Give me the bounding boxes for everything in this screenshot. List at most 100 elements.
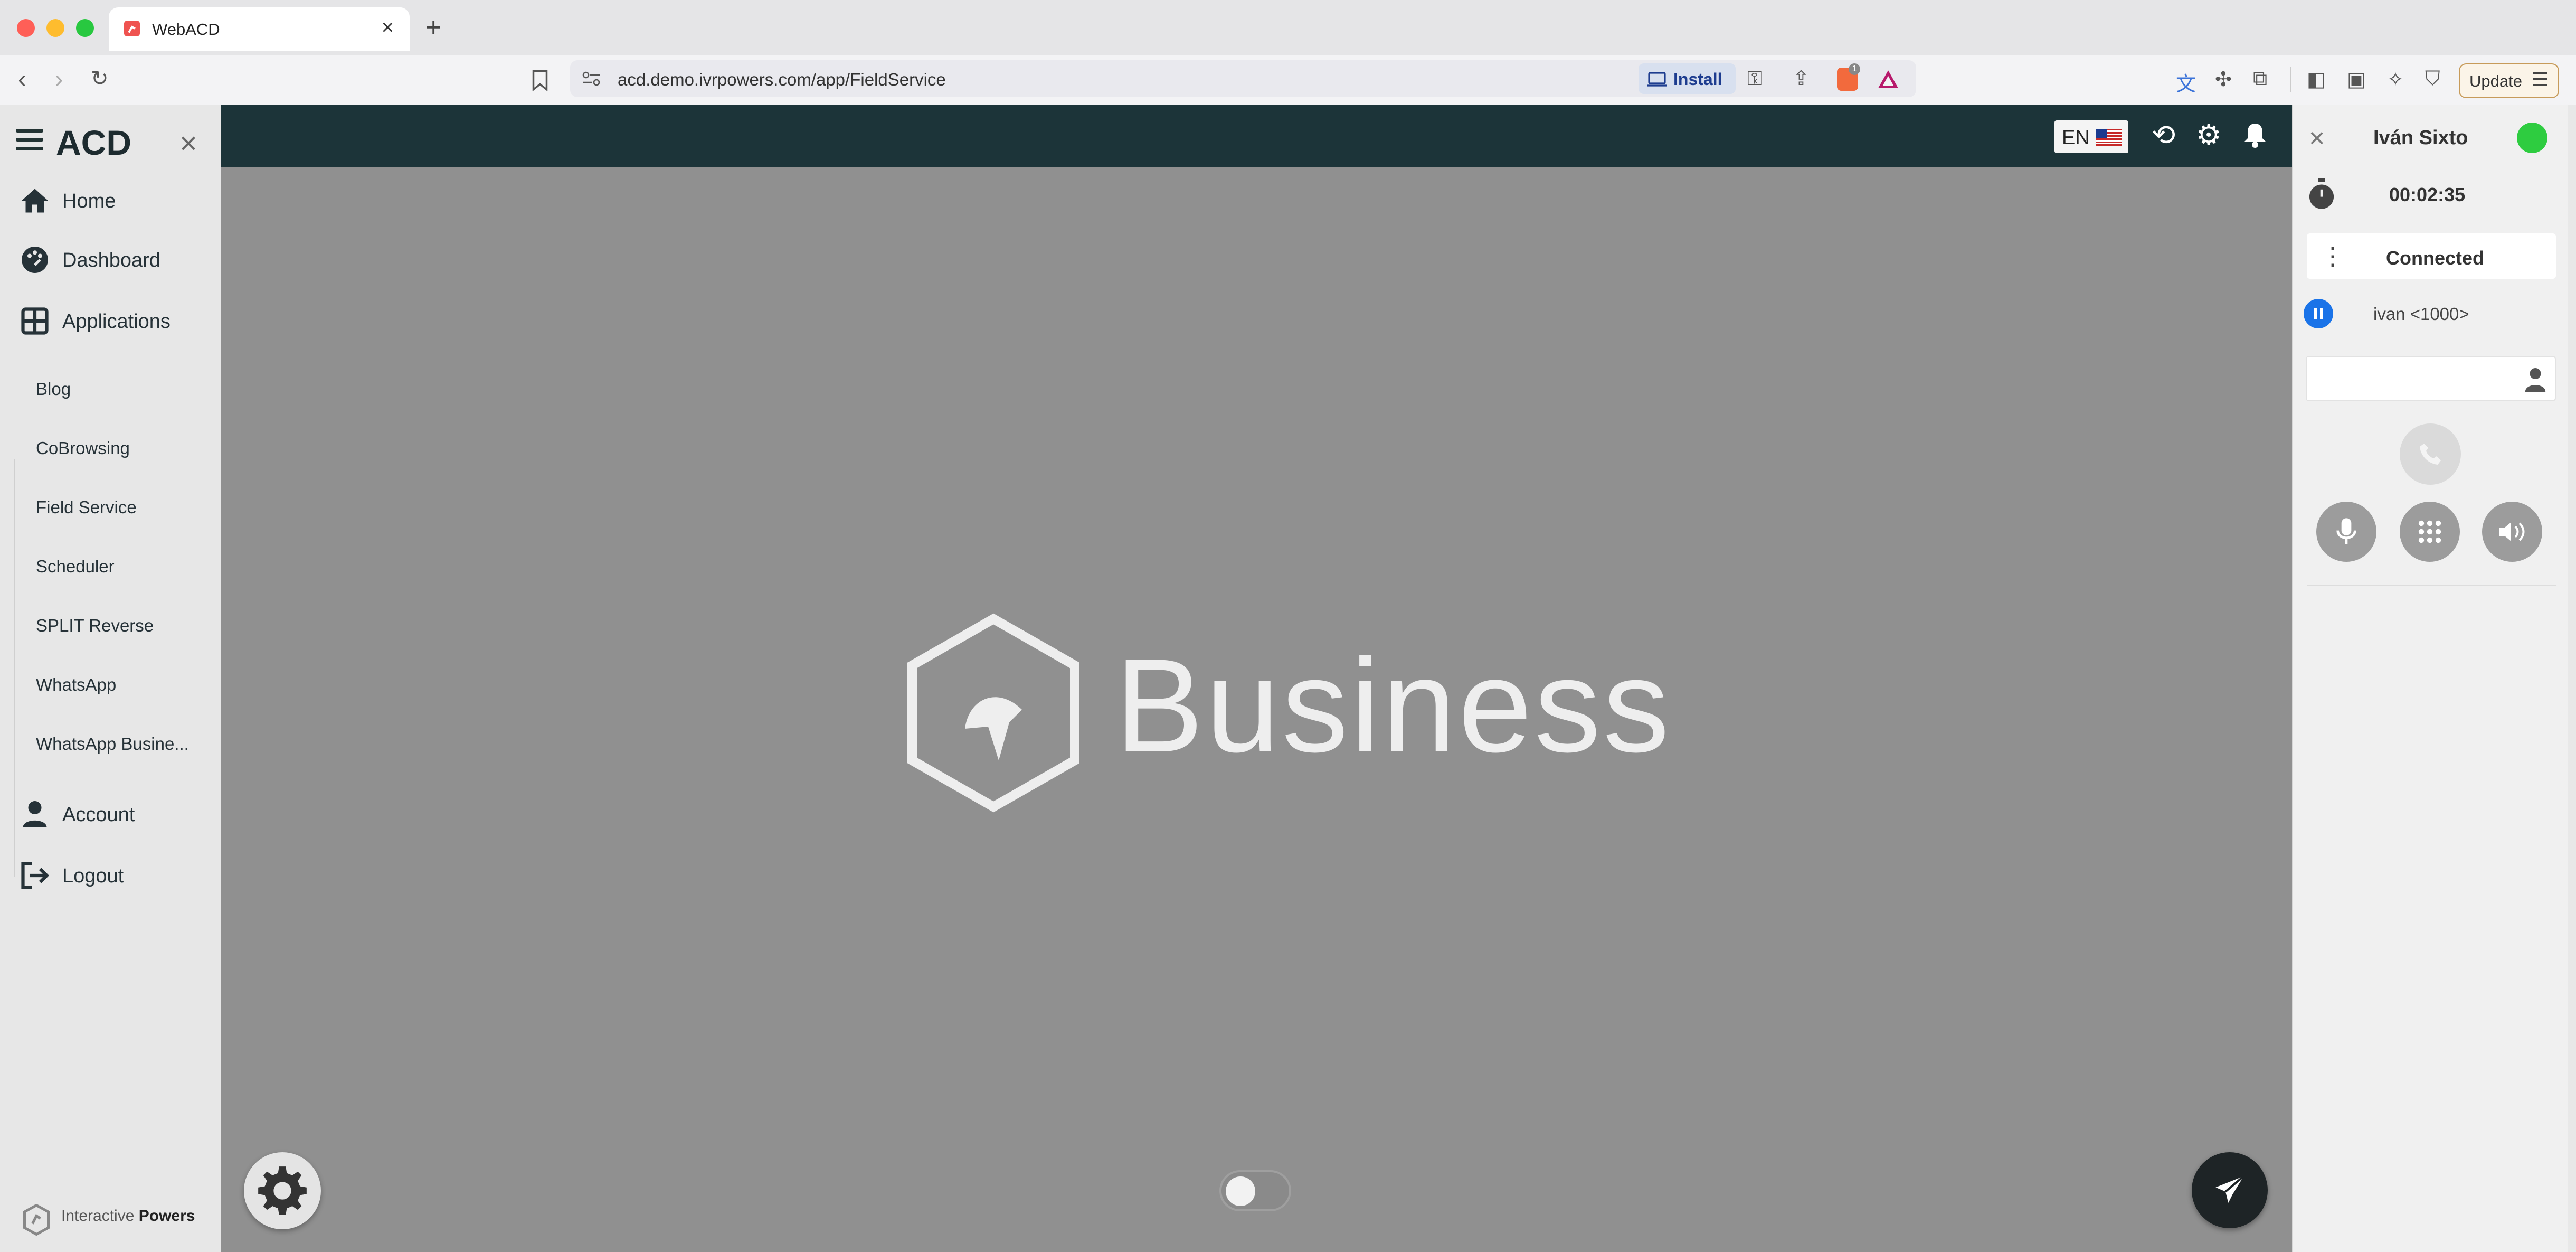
extensions-icon[interactable]: ✣ — [2215, 68, 2232, 91]
dashboard-icon — [22, 247, 48, 273]
call-status-card: ⋮ Connected — [2307, 233, 2556, 279]
minimize-window-button[interactable] — [46, 19, 64, 37]
applications-group-line — [14, 459, 15, 877]
install-app-button[interactable]: Install — [1639, 63, 1736, 94]
gear-icon — [258, 1166, 307, 1215]
nav-label-account: Account — [62, 804, 135, 826]
caller-id: ivan <1000> — [2373, 304, 2469, 324]
leo-ai-icon[interactable]: ✧ — [2387, 68, 2404, 91]
nav-item-dashboard[interactable]: Dashboard — [19, 240, 209, 282]
update-button[interactable]: Update ☰ — [2459, 63, 2559, 98]
address-bar[interactable]: acd.demo.ivrpowers.com/app/FieldService … — [570, 60, 1916, 97]
user-icon — [23, 801, 47, 827]
interactive-powers-logo-icon — [23, 1204, 50, 1236]
pause-icon — [2314, 308, 2317, 319]
nav-item-account[interactable]: Account — [19, 794, 209, 836]
panel-divider — [2307, 585, 2556, 586]
brand-title: ACD — [56, 123, 131, 162]
notifications-bell-icon[interactable] — [2242, 121, 2268, 149]
keypad-button[interactable] — [2400, 502, 2460, 562]
browser-toolbar: ‹ › ↻ acd.demo.ivrpowers.com/app/FieldSe… — [0, 55, 2576, 105]
agent-status-indicator[interactable] — [2517, 123, 2547, 153]
share-icon[interactable]: ⇪ — [1793, 67, 1810, 90]
softphone-panel: × Iván Sixto 00:02:35 ⋮ Connected ivan <… — [2292, 105, 2568, 1252]
app-item-cobrowsing[interactable]: CoBrowsing — [36, 438, 130, 458]
bookmark-icon[interactable] — [532, 70, 548, 91]
footer-text-light: Interactive — [61, 1207, 139, 1225]
call-status-text: Connected — [2386, 247, 2485, 269]
logout-icon — [21, 862, 49, 889]
site-settings-icon[interactable] — [582, 71, 601, 87]
history-icon[interactable]: ⟲ — [2152, 118, 2175, 152]
business-logo-icon — [907, 613, 1079, 813]
call-options-icon[interactable]: ⋮ — [2321, 242, 2345, 270]
install-label: Install — [1673, 70, 1722, 89]
app-topbar — [221, 105, 2292, 167]
webacd-favicon-icon — [124, 21, 140, 36]
brave-rewards-icon[interactable] — [1877, 69, 1899, 90]
home-icon — [22, 189, 48, 213]
tab-close-icon[interactable]: × — [382, 16, 394, 40]
mute-button[interactable] — [2316, 502, 2376, 562]
footer-text-bold: Powers — [138, 1207, 195, 1225]
language-label: EN — [2062, 127, 2090, 149]
url-text: acd.demo.ivrpowers.com/app/FieldService — [618, 70, 946, 89]
sidebar: ACD × Home Dashboard Applications Blog C… — [0, 105, 222, 1252]
new-tab-icon[interactable]: + — [425, 12, 441, 43]
close-window-button[interactable] — [17, 19, 35, 37]
browser-tab-bar: WebACD × + — [0, 0, 2576, 55]
nav-item-home[interactable]: Home — [19, 181, 209, 223]
maximize-window-button[interactable] — [76, 19, 94, 37]
speaker-button[interactable] — [2482, 502, 2542, 562]
floating-settings-button[interactable] — [244, 1152, 321, 1229]
forward-icon[interactable]: › — [55, 64, 63, 93]
contacts-icon[interactable] — [2523, 366, 2547, 393]
app-item-blog[interactable]: Blog — [36, 379, 71, 399]
hamburger-menu-icon[interactable] — [16, 129, 43, 156]
browser-tab[interactable]: WebACD × — [109, 7, 410, 51]
key-icon[interactable]: ⚿ — [1747, 68, 1763, 90]
paper-plane-icon — [2215, 1175, 2244, 1203]
nav-label-logout: Logout — [62, 865, 124, 887]
brave-shields-icon[interactable]: 1 — [1837, 63, 1860, 91]
nav-item-logout[interactable]: Logout — [19, 855, 209, 898]
business-wordmark: Business — [1115, 632, 1672, 780]
toolbar-divider — [2290, 67, 2291, 92]
sidebar-close-icon[interactable]: × — [179, 126, 197, 161]
tab-title: WebACD — [152, 20, 220, 39]
grid-icon — [21, 307, 49, 335]
shields-badge: 1 — [1849, 63, 1860, 75]
wallet-icon[interactable]: ▣ — [2347, 68, 2366, 91]
agent-name: Iván Sixto — [2373, 127, 2468, 149]
sidebar-toggle-icon[interactable]: ◧ — [2307, 68, 2326, 91]
settings-gear-icon[interactable]: ⚙ — [2196, 118, 2221, 152]
softphone-close-icon[interactable]: × — [2309, 123, 2325, 154]
nav-label-applications: Applications — [62, 310, 171, 333]
nav-item-applications[interactable]: Applications — [19, 301, 209, 343]
phone-icon — [2420, 444, 2441, 465]
volume-icon — [2499, 522, 2525, 541]
dial-number-input[interactable] — [2306, 356, 2556, 401]
app-item-whatsapp-business[interactable]: WhatsApp Busine... — [36, 734, 189, 754]
app-item-whatsapp[interactable]: WhatsApp — [36, 675, 116, 695]
translate-icon[interactable]: 文 — [2176, 68, 2196, 97]
app-item-split-reverse[interactable]: SPLIT Reverse — [36, 616, 154, 636]
nav-label-dashboard: Dashboard — [62, 249, 160, 271]
back-icon[interactable]: ‹ — [18, 64, 26, 93]
screenshot-icon[interactable]: ⧉ — [2253, 68, 2267, 90]
language-selector[interactable]: EN — [2054, 120, 2128, 153]
app-item-scheduler[interactable]: Scheduler — [36, 557, 115, 577]
microphone-icon — [2336, 518, 2356, 544]
call-button[interactable] — [2400, 423, 2461, 485]
install-icon — [1647, 72, 1667, 87]
mode-toggle-switch[interactable] — [1219, 1170, 1291, 1211]
menu-icon: ☰ — [2532, 69, 2549, 90]
update-label: Update — [2469, 72, 2522, 90]
call-timer: 00:02:35 — [2389, 184, 2466, 205]
send-fab-button[interactable] — [2192, 1152, 2268, 1228]
reload-icon[interactable]: ↻ — [91, 67, 109, 91]
nav-label-home: Home — [62, 190, 116, 212]
hold-button[interactable] — [2304, 299, 2333, 328]
vpn-shield-icon[interactable]: ⛉ — [2425, 68, 2440, 90]
app-item-field-service[interactable]: Field Service — [36, 497, 137, 517]
